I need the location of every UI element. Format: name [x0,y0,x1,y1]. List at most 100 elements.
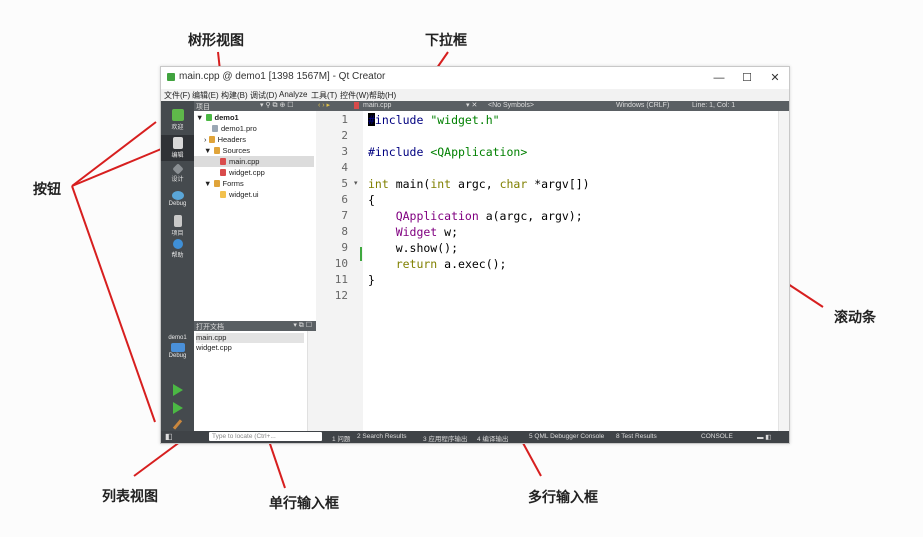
tree-node-forms[interactable]: ▼ Forms [204,178,244,189]
menu-analyze[interactable]: Analyze [279,90,307,99]
annotation-single-line-input: 单行输入框 [269,496,339,512]
menu-edit[interactable]: 编辑(E) [192,90,219,101]
filter-dropdown[interactable]: ▾ ⚲ ⧉ ⊕ ☐ [260,101,294,110]
arrow-single-line [267,437,286,489]
toggle-sidebar-button[interactable]: ◧ [165,432,173,441]
menu-build[interactable]: 构建(B) [221,90,248,101]
kit-project: demo1 [168,335,187,341]
cursor-position: Line: 1, Col: 1 [692,102,736,109]
tree-node-headers[interactable]: › Headers [204,134,246,145]
output-tab-search[interactable]: 2 Search Results [357,433,407,440]
kit-selector-button[interactable]: demo1 Debug [161,335,194,359]
mode-debug-button[interactable]: Debug [161,191,194,207]
file-dropdown-arrow[interactable]: ▾ ✕ [466,101,477,109]
code-line: { [368,193,375,207]
tree-node-project[interactable]: ▼ demo1 [196,112,239,123]
line-number: 9 [341,241,348,254]
pane-controls[interactable]: ▾ ⧉ ☐ [293,321,312,330]
annotation-dropdown: 下拉框 [425,33,467,49]
annotation-list-view: 列表视图 [102,489,158,505]
mode-label: 编辑 [171,153,184,159]
locator-input[interactable]: Type to locate (Ctrl+... [209,432,322,441]
tree-node-label: Headers [217,135,246,144]
file-dropdown[interactable]: main.cpp [363,102,391,109]
tree-node-label: demo1.pro [221,124,257,133]
output-tab-issues[interactable]: 1 问题 [332,433,350,443]
code-token: argc, [458,177,500,191]
menu-help[interactable]: 帮助(H) [369,90,396,101]
open-documents-list-view[interactable]: main.cpp widget.cpp [194,331,317,431]
maximize-button[interactable]: ☐ [733,67,761,89]
mode-design-button[interactable]: 设计 [161,163,194,183]
line-number: 2 [341,129,348,142]
mode-welcome-button[interactable]: 欢迎 [161,109,194,131]
output-tab-qml-console[interactable]: 5 QML Debugger Console [529,433,604,440]
run-icon [172,384,183,396]
code-token: { [368,193,375,207]
line-number-gutter [316,111,363,431]
tree-node-widget-ui[interactable]: widget.ui [220,189,259,200]
list-scrollbar[interactable] [307,331,316,431]
line-number: 10 [334,257,348,270]
expander-icon[interactable]: ▼ [196,113,203,122]
project-icon [205,114,212,121]
run-button[interactable] [161,384,194,396]
open-documents-header: 打开文档 ▾ ⧉ ☐ [194,321,316,331]
code-editor[interactable]: 1 2 3 4 5 6 7 8 9 10 11 12 ▾ #include "widget.h" #incl… [316,111,789,431]
code-token: a.exec(); [444,257,507,271]
menu-controls[interactable]: 控件(W) [340,90,369,101]
project-tree-view[interactable]: ▼ demo1 demo1.pro › Headers ▼ Sources ma… [194,111,317,321]
status-controls[interactable]: ▬ ◧ [757,433,771,441]
encoding-dropdown[interactable]: Windows (CRLF) [616,102,669,109]
tree-node-sources[interactable]: ▼ Sources [204,145,250,156]
tree-node-label: main.cpp [229,157,260,166]
mode-selector: 欢迎 编辑 设计 Debug 项目 帮助 demo1 Debug [161,101,194,431]
code-token: char [499,177,535,191]
tree-node-label: widget.ui [229,190,259,199]
menu-debug[interactable]: 调试(D) [250,90,277,101]
code-token: a(argc, argv); [485,209,583,223]
arrow-button-2 [71,146,167,187]
expander-icon[interactable]: ▼ [204,179,211,188]
expander-icon[interactable]: ▼ [204,146,211,155]
build-button[interactable] [161,419,194,430]
output-tab-app-output[interactable]: 3 应用程序输出 [423,433,467,443]
line-number: 12 [334,289,348,302]
mode-edit-button[interactable]: 编辑 [161,135,194,161]
tree-node-main-cpp[interactable]: main.cpp [194,156,314,167]
hammer-icon [172,419,183,430]
debug-run-button[interactable] [161,402,194,414]
line-number: 8 [341,225,348,238]
menu-file[interactable]: 文件(F) [164,90,190,101]
list-item[interactable]: widget.cpp [196,343,304,353]
output-pane-bar: ◧ Type to locate (Ctrl+... 1 问题 2 Search… [161,431,789,443]
output-tab-test-results[interactable]: 8 Test Results [616,433,657,440]
code-token: return [368,257,445,271]
symbol-dropdown[interactable]: <No Symbols> [488,102,534,109]
document-icon [172,137,183,149]
folder-icon [213,180,220,187]
fold-marker-icon[interactable]: ▾ [354,179,358,187]
menu-tools[interactable]: 工具(T) [311,90,337,101]
folder-icon [213,147,220,154]
code-line: int main(int argc, char *argv[]) [368,177,590,191]
mode-label: 欢迎 [171,125,184,131]
code-token: <QApplication> [430,145,528,159]
tree-node-widget-cpp[interactable]: widget.cpp [220,167,265,178]
mode-label: 设计 [171,177,184,183]
expander-icon[interactable]: › [204,135,207,144]
list-item[interactable]: main.cpp [196,333,304,343]
editor-scrollbar[interactable] [778,111,789,431]
help-icon [172,239,183,249]
mode-help-button[interactable]: 帮助 [161,239,194,259]
output-tab-compile[interactable]: 4 编译输出 [477,433,508,443]
qt-logo-icon [171,109,184,121]
mode-projects-button[interactable]: 项目 [161,215,194,237]
minimize-button[interactable]: — [705,67,733,89]
nav-back-forward[interactable]: ‹ › ▸ [318,101,330,109]
tree-node-pro[interactable]: demo1.pro [212,123,257,134]
debug-run-icon [172,402,183,414]
close-button[interactable]: ✕ [761,67,789,89]
qt-creator-app-icon [167,73,175,81]
code-token: "widget.h" [430,113,500,127]
